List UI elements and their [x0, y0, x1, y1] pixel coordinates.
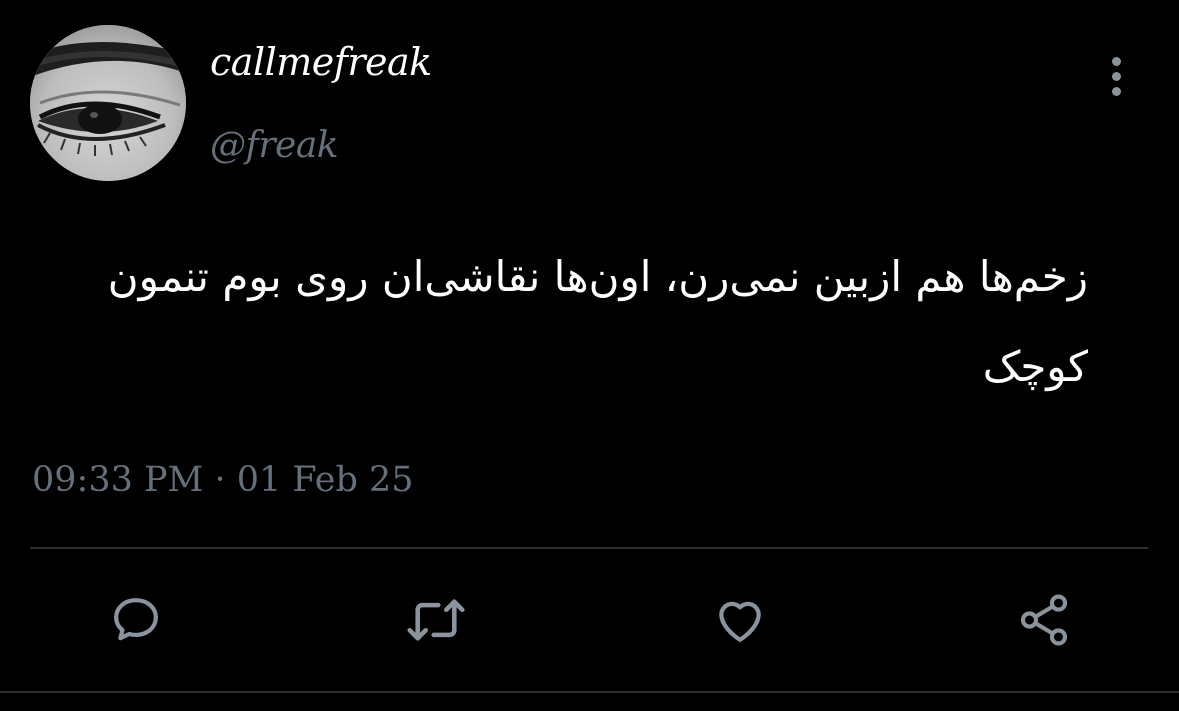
divider-bottom: [0, 691, 1179, 693]
avatar[interactable]: [30, 25, 186, 181]
tweet-card: callmefreak @freak زخم‌ها هم ازبین نمی‌ر…: [0, 0, 1179, 711]
tweet-timestamp: 09:33 PM · 01 Feb 25: [32, 460, 414, 500]
reply-button[interactable]: [104, 588, 168, 652]
display-name[interactable]: callmefreak: [210, 40, 432, 84]
like-button[interactable]: [708, 588, 772, 652]
retweet-icon: [407, 599, 465, 641]
avatar-eye-image: [30, 25, 186, 181]
heart-icon: [719, 601, 761, 642]
retweet-button[interactable]: [404, 588, 468, 652]
share-button[interactable]: [1012, 588, 1076, 652]
more-vertical-icon: [1111, 56, 1121, 66]
share-icon: [1020, 594, 1068, 646]
reply-bubble-icon: [114, 598, 158, 641]
tweet-text: زخم‌ها هم ازبین نمی‌رن، اون‌ها نقاشی‌ان …: [107, 252, 1088, 391]
divider: [30, 547, 1148, 549]
user-handle[interactable]: @freak: [210, 125, 339, 166]
more-options-button[interactable]: [1096, 52, 1136, 100]
